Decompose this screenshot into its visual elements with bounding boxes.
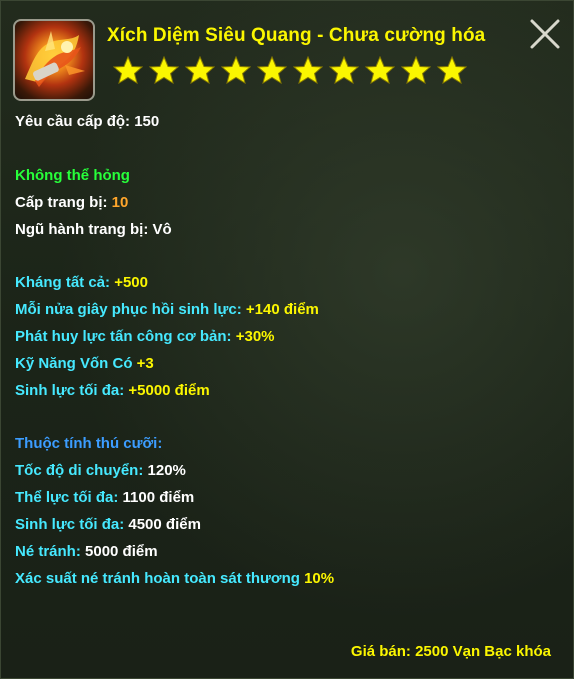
attribute-label: Kỹ Năng Vốn Có	[15, 355, 137, 372]
star-icon	[437, 56, 467, 84]
element-value: Vô	[152, 221, 172, 238]
star-icon	[329, 56, 359, 84]
attribute-value: +5000 điểm	[128, 382, 210, 399]
equip-level-label: Cấp trang bị:	[15, 194, 112, 211]
flaming-mount-icon	[25, 31, 85, 87]
element-line: Ngũ hành trang bị: Vô	[15, 221, 172, 238]
mount-stat-value: 1100 điểm	[122, 489, 195, 506]
mount-stat-line: Sinh lực tối đa: 4500 điểm	[15, 516, 201, 533]
close-icon	[530, 19, 560, 49]
sell-price: Giá bán: 2500 Vạn Bạc khóa	[350, 643, 551, 660]
mount-stat-label: Thể lực tối đa:	[15, 489, 123, 506]
attribute-label: Mỗi nửa giây phục hồi sinh lực:	[15, 301, 246, 318]
mount-stat-line: Xác suất né tránh hoàn toàn sát thương 1…	[15, 570, 334, 587]
attribute-label: Kháng tất cả:	[15, 274, 115, 291]
item-tooltip-panel: Xích Diệm Siêu Quang - Chưa cường hóa Yê…	[0, 0, 574, 679]
star-icon	[293, 56, 323, 84]
item-name: Xích Diệm Siêu Quang - Chưa cường hóa	[107, 25, 486, 46]
star-icon	[257, 56, 287, 84]
durability-status: Không thể hỏng	[15, 167, 130, 184]
level-requirement-label: Yêu cầu cấp độ:	[15, 113, 135, 130]
mount-stat-label: Sinh lực tối đa:	[15, 516, 129, 533]
star-icon	[149, 56, 179, 84]
mount-stat-value: 120%	[147, 462, 186, 479]
mount-stat-value: 5000 điểm	[85, 543, 158, 560]
attribute-value: +30%	[235, 328, 275, 345]
star-icon	[401, 56, 431, 84]
mount-stat-label: Tốc độ di chuyển:	[15, 462, 148, 479]
star-rating	[113, 56, 467, 84]
attribute-label: Sinh lực tối đa:	[15, 382, 129, 399]
mount-stat-line: Né tránh: 5000 điểm	[15, 543, 158, 560]
mount-stat-value: 10%	[304, 570, 335, 587]
star-icon	[113, 56, 143, 84]
level-requirement: Yêu cầu cấp độ: 150	[15, 113, 159, 130]
attribute-line: Mỗi nửa giây phục hồi sinh lực: +140 điể…	[15, 301, 319, 318]
element-label: Ngũ hành trang bị:	[15, 221, 153, 238]
mount-stat-value: 4500 điểm	[128, 516, 201, 533]
attribute-label: Phát huy lực tấn công cơ bản:	[15, 328, 236, 345]
attribute-line: Phát huy lực tấn công cơ bản: +30%	[15, 328, 275, 345]
mount-stat-line: Tốc độ di chuyển: 120%	[15, 462, 186, 479]
star-icon	[221, 56, 251, 84]
attribute-value: +3	[136, 355, 154, 372]
mount-stat-line: Thể lực tối đa: 1100 điểm	[15, 489, 194, 506]
star-icon	[365, 56, 395, 84]
attribute-line: Kỹ Năng Vốn Có +3	[15, 355, 154, 372]
level-requirement-value: 150	[134, 113, 160, 130]
mount-heading: Thuộc tính thú cưỡi:	[15, 435, 163, 452]
attribute-line: Sinh lực tối đa: +5000 điểm	[15, 382, 210, 399]
mount-stat-label: Xác suất né tránh hoàn toàn sát thương	[15, 570, 305, 587]
equip-level: Cấp trang bị: 10	[15, 194, 128, 211]
attribute-value: +140 điểm	[245, 301, 319, 318]
attribute-value: +500	[114, 274, 148, 291]
close-button[interactable]	[528, 17, 562, 51]
mount-stat-label: Né tránh:	[15, 543, 86, 560]
star-icon	[185, 56, 215, 84]
attribute-line: Kháng tất cả: +500	[15, 274, 148, 291]
item-icon-frame	[13, 19, 95, 101]
equip-level-value: 10	[111, 194, 129, 211]
